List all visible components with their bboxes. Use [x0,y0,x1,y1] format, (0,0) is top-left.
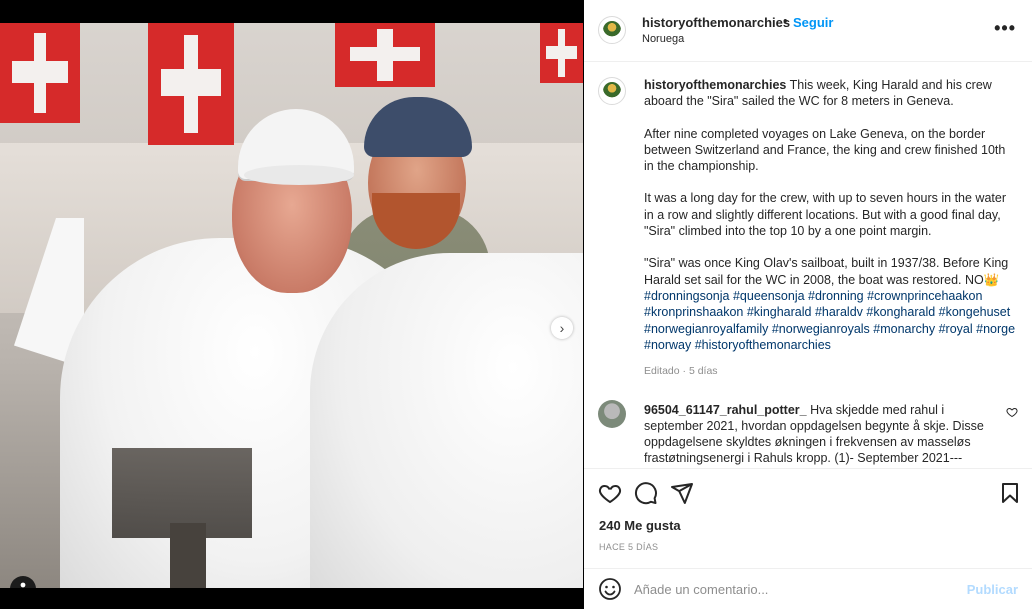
crown-crest-icon [603,21,621,39]
post-location[interactable]: Noruega [642,33,684,45]
user-tag-icon[interactable] [10,576,36,588]
likes-count[interactable]: 240 Me gusta [599,518,681,533]
caption-author[interactable]: historyofthemonarchies [644,78,786,92]
white-cap-brim [244,165,354,185]
author-username[interactable]: historyofthemonarchies [642,15,790,30]
follow-button[interactable]: Seguir [793,15,833,30]
caption-hashtags[interactable]: #dronningsonja #queensonja #dronning #cr… [644,289,1015,352]
add-comment-bar: Publicar [584,568,1032,609]
post-header: historyofthemonarchies • Seguir Noruega … [584,0,1032,62]
post-caption: historyofthemonarchies This week, King H… [644,77,1016,395]
caption-avatar[interactable] [598,77,626,105]
caption-paragraph-4: "Sira" was once King Olav's sailboat, bu… [644,256,1009,287]
share-icon[interactable] [670,481,694,505]
caption-paragraph-2: After nine completed voyages on Lake Gen… [644,126,1006,174]
commenter-avatar[interactable] [598,400,626,428]
commenter-username[interactable]: 96504_61147_rahul_potter_ [644,403,807,417]
comment-like-icon[interactable] [1006,406,1018,418]
swiss-flag [540,23,583,83]
person-foreground [310,253,583,588]
crown-crest-icon [603,82,621,100]
caption-scroll-area[interactable]: historyofthemonarchies This week, King H… [584,63,1032,467]
comment-icon[interactable] [634,481,658,505]
post-actions: 240 Me gusta HACE 5 DÍAS [584,468,1032,578]
swiss-flag [335,23,435,87]
comment-body: 96504_61147_rahul_potter_ Hva skjedde me… [644,402,994,466]
boat-post [170,523,206,588]
heart-icon[interactable] [598,481,622,505]
edited-label: Editado · 5 días [644,365,718,378]
next-image-button[interactable]: › [551,317,573,339]
post-date[interactable]: HACE 5 DÍAS [599,542,658,552]
comment-input[interactable] [634,578,934,600]
navy-cap [364,97,472,157]
post-comment-button[interactable]: Publicar [967,582,1018,597]
bookmark-icon[interactable] [998,481,1022,505]
swiss-flag [0,23,80,123]
post-image[interactable]: › [0,23,583,588]
author-avatar[interactable] [598,16,626,44]
post-panel: historyofthemonarchies • Seguir Noruega … [584,0,1032,609]
emoji-icon[interactable] [598,577,622,601]
header-separator: • [783,13,788,28]
caption-paragraph-3: It was a long day for the crew, with up … [644,191,1006,239]
swiss-flag [148,23,234,145]
more-options-button[interactable]: ••• [994,18,1016,39]
